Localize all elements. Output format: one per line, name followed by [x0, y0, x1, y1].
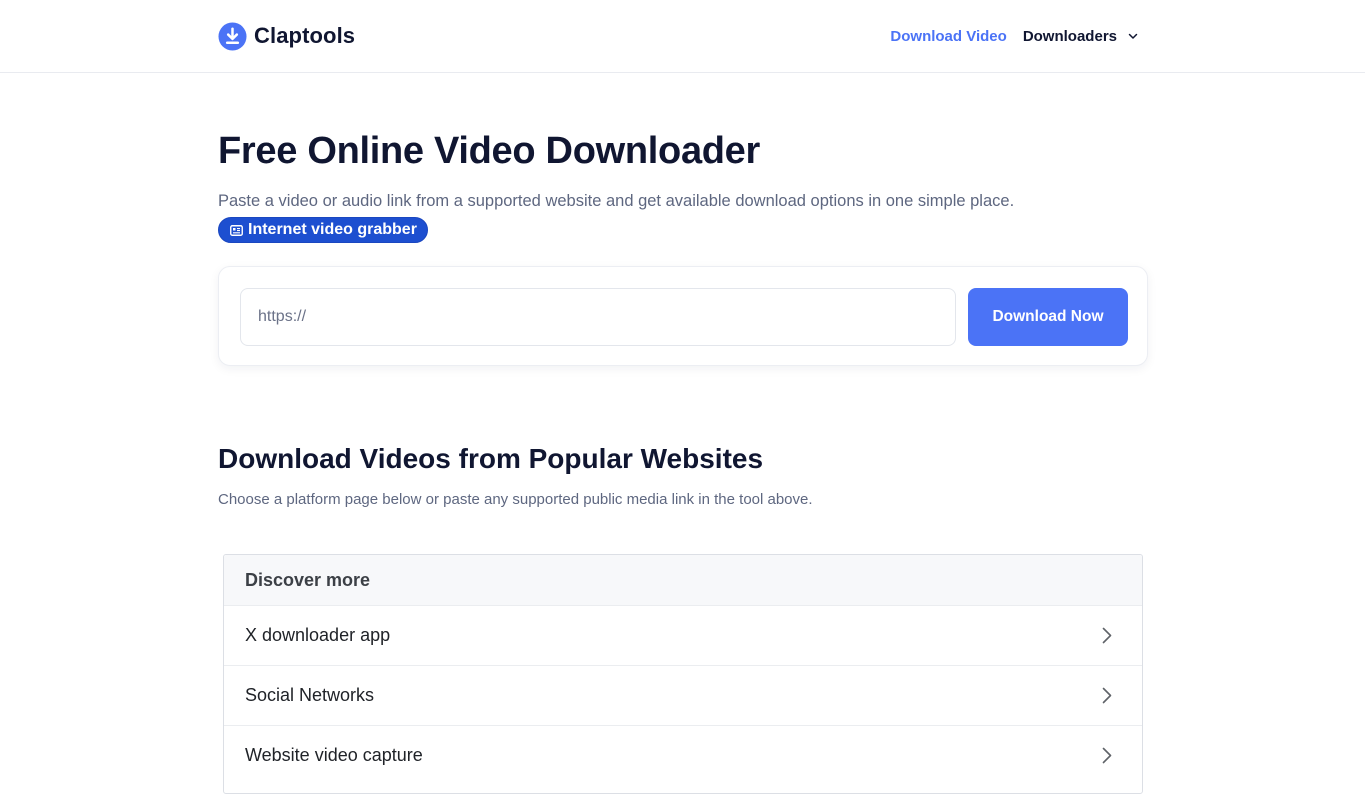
- chevron-right-icon: [1102, 687, 1112, 704]
- download-now-button[interactable]: Download Now: [968, 288, 1128, 346]
- main-nav: Download Video Downloaders: [890, 26, 1139, 46]
- popular-websites-subtitle: Choose a platform page below or paste an…: [218, 491, 813, 508]
- popular-websites-title: Download Videos from Popular Websites: [218, 443, 764, 474]
- list-item-label: X downloader app: [245, 625, 391, 645]
- list-item-label: Website video capture: [245, 745, 423, 765]
- list-item-label: Social Networks: [245, 685, 375, 705]
- discover-item-website-video-capture[interactable]: Website video capture: [224, 725, 1142, 785]
- nav-download-video-link[interactable]: Download Video: [890, 28, 1006, 45]
- discover-more-panel: Discover more X downloader app Social Ne…: [223, 554, 1143, 794]
- nav-downloaders-label: Downloaders: [1022, 27, 1117, 45]
- download-form-card: Download Now: [218, 266, 1148, 366]
- page-subtitle: Paste a video or audio link from a suppo…: [218, 192, 1015, 210]
- chevron-down-icon: [1128, 33, 1138, 39]
- chevron-right-icon: [1102, 627, 1112, 644]
- badge-label: Internet video grabber: [248, 221, 417, 238]
- brand-logo-link[interactable]: Claptools: [218, 21, 355, 51]
- discover-item-x-downloader-app[interactable]: X downloader app: [224, 605, 1142, 665]
- page-title: Free Online Video Downloader: [218, 130, 761, 172]
- download-logo-icon: [218, 21, 247, 51]
- article-icon: [230, 224, 243, 236]
- discover-more-heading: Discover more: [224, 555, 1142, 605]
- brand-name: Claptools: [254, 23, 356, 48]
- internet-video-grabber-badge[interactable]: Internet video grabber: [218, 217, 428, 243]
- url-input[interactable]: [240, 288, 956, 346]
- site-header: Claptools Download Video Downloaders: [0, 0, 1365, 73]
- nav-downloaders-dropdown[interactable]: Downloaders: [1023, 28, 1139, 45]
- chevron-right-icon: [1102, 747, 1112, 764]
- discover-item-social-networks[interactable]: Social Networks: [224, 665, 1142, 725]
